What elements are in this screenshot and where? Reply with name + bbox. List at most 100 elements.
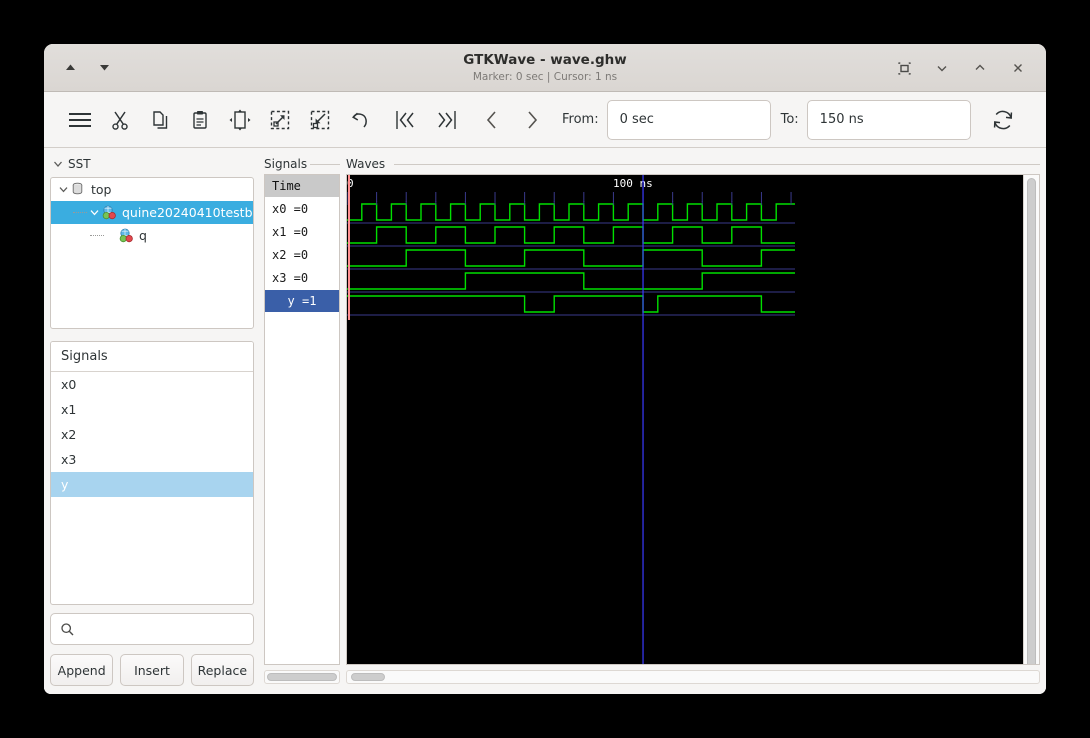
copy-icon[interactable] bbox=[140, 101, 180, 139]
zoom-fit-icon[interactable] bbox=[220, 101, 260, 139]
waveform-canvas[interactable]: 0 100 ns bbox=[347, 175, 1023, 664]
wave-name-row-x0[interactable]: x0 =0 bbox=[265, 198, 339, 221]
wave-name-row-x1[interactable]: x1 =0 bbox=[265, 221, 339, 244]
prev-edge-icon[interactable] bbox=[472, 101, 512, 139]
module-icon bbox=[70, 182, 87, 197]
chevron-down-icon bbox=[54, 161, 62, 167]
button-label: Replace bbox=[197, 662, 248, 678]
signal-item-y[interactable]: y bbox=[51, 472, 253, 497]
waves-header: Waves bbox=[346, 157, 386, 171]
triangle-down-icon[interactable] bbox=[94, 58, 114, 78]
wave-name-row-x3[interactable]: x3 =0 bbox=[265, 267, 339, 290]
wave-name-row-y[interactable]: y =1 bbox=[265, 290, 339, 313]
signal-picker-header: Signals bbox=[51, 342, 253, 372]
wave-name-label: x2 =0 bbox=[272, 248, 309, 262]
signal-item-label: y bbox=[61, 477, 69, 492]
marker-cursor-status: Marker: 0 sec | Cursor: 1 ns bbox=[472, 71, 618, 83]
sst-header-label: SST bbox=[68, 157, 91, 171]
waveform-vertical-scrollbar[interactable] bbox=[1023, 175, 1039, 664]
signal-item-x0[interactable]: x0 bbox=[51, 372, 253, 397]
tree-node-label: q bbox=[139, 228, 147, 243]
from-input-value: 0 sec bbox=[619, 112, 654, 127]
wave-panel: Signals Time x0 =0 x1 =0 x2 =0 x3 =0 y =1 Wav… bbox=[264, 148, 1046, 694]
splitter-grip bbox=[257, 652, 261, 686]
waveform-graphic: 0 100 ns bbox=[347, 175, 1023, 664]
names-horizontal-scrollbar[interactable] bbox=[264, 670, 340, 684]
to-input-value: 150 ns bbox=[819, 112, 864, 127]
undo-icon[interactable] bbox=[340, 101, 380, 139]
gtkwave-window: GTKWave - wave.ghw Marker: 0 sec | Curso… bbox=[44, 44, 1046, 694]
goto-start-icon[interactable] bbox=[386, 101, 426, 139]
wave-background bbox=[347, 175, 1023, 664]
scrollbar-thumb[interactable] bbox=[267, 673, 337, 681]
waves-header-row: Waves bbox=[346, 154, 1040, 174]
search-icon bbox=[61, 622, 74, 635]
triangle-up-icon[interactable] bbox=[60, 58, 80, 78]
restore-window-icon[interactable] bbox=[894, 58, 914, 78]
picker-button-row: Append Insert Replace bbox=[50, 654, 254, 686]
left-panel: SST top quine20240410testbench q Signals x… bbox=[44, 148, 254, 694]
signal-item-x2[interactable]: x2 bbox=[51, 422, 253, 447]
button-label: Append bbox=[57, 662, 106, 678]
search-input[interactable] bbox=[50, 613, 254, 645]
tree-node-quine20240410testbench[interactable]: quine20240410testbench bbox=[51, 201, 253, 224]
to-label: To: bbox=[780, 112, 799, 127]
to-input[interactable]: 150 ns bbox=[806, 99, 971, 140]
cut-icon[interactable] bbox=[100, 101, 140, 139]
scrollbar-thumb[interactable] bbox=[1027, 178, 1036, 664]
signal-picker-panel: Signals x0 x1 x2 x3 y bbox=[50, 341, 254, 605]
instance-icon bbox=[101, 205, 118, 220]
signal-item-label: x1 bbox=[61, 402, 77, 417]
chevron-down-icon[interactable] bbox=[87, 207, 101, 218]
chevron-down-icon[interactable] bbox=[56, 184, 70, 195]
time-tick-label: 100 ns bbox=[613, 177, 653, 190]
reload-icon[interactable] bbox=[983, 101, 1023, 139]
wave-name-label: x0 =0 bbox=[272, 202, 309, 216]
menu-icon[interactable] bbox=[60, 101, 100, 139]
waveform-pane: Waves 0 100 ns bbox=[346, 154, 1040, 665]
chevron-down-icon[interactable] bbox=[932, 58, 952, 78]
signal-names-list: Time x0 =0 x1 =0 x2 =0 x3 =0 y =1 bbox=[264, 174, 340, 665]
from-input[interactable]: 0 sec bbox=[606, 99, 771, 140]
signal-item-label: x0 bbox=[61, 377, 77, 392]
header-rule bbox=[394, 164, 1040, 165]
signal-names-header: Signals bbox=[264, 157, 308, 171]
main-body: SST top quine20240410testbench q Signals x… bbox=[44, 148, 1046, 694]
zoom-out-icon[interactable] bbox=[260, 101, 300, 139]
zoom-in-icon[interactable] bbox=[300, 101, 340, 139]
paste-icon[interactable] bbox=[180, 101, 220, 139]
panel-splitter[interactable] bbox=[254, 148, 264, 694]
insert-button[interactable]: Insert bbox=[120, 654, 184, 686]
goto-end-icon[interactable] bbox=[426, 101, 466, 139]
button-label: Insert bbox=[134, 662, 170, 678]
replace-button[interactable]: Replace bbox=[190, 654, 254, 686]
signal-names-pane: Signals Time x0 =0 x1 =0 x2 =0 x3 =0 y =1 bbox=[264, 154, 340, 665]
scrollbar-thumb[interactable] bbox=[351, 673, 385, 681]
toolbar: From: 0 sec To: 150 ns bbox=[44, 92, 1046, 148]
signal-item-label: x3 bbox=[61, 452, 77, 467]
horizontal-scrollbars bbox=[264, 670, 1040, 686]
waveform-body: 0 100 ns bbox=[346, 174, 1040, 665]
wave-name-label: x1 =0 bbox=[272, 225, 309, 239]
wave-name-row-x2[interactable]: x2 =0 bbox=[265, 244, 339, 267]
close-icon[interactable] bbox=[1008, 58, 1028, 78]
sst-header[interactable]: SST bbox=[50, 154, 254, 174]
tree-node-top[interactable]: top bbox=[51, 178, 253, 201]
header-rule bbox=[310, 164, 340, 165]
append-button[interactable]: Append bbox=[50, 654, 114, 686]
signal-names-header-row: Signals bbox=[264, 154, 340, 174]
sst-tree: top quine20240410testbench q bbox=[50, 177, 254, 329]
chevron-up-icon[interactable] bbox=[970, 58, 990, 78]
tree-node-label: quine20240410testbench bbox=[122, 205, 253, 220]
wave-name-label: Time bbox=[272, 179, 301, 193]
signal-picker-list: x0 x1 x2 x3 y bbox=[51, 372, 253, 604]
signal-item-x1[interactable]: x1 bbox=[51, 397, 253, 422]
signal-item-label: x2 bbox=[61, 427, 77, 442]
wave-name-row-time: Time bbox=[265, 175, 339, 198]
next-edge-icon[interactable] bbox=[512, 101, 552, 139]
tree-node-q[interactable]: q bbox=[51, 224, 253, 247]
wave-name-label: x3 =0 bbox=[272, 271, 309, 285]
instance-icon bbox=[118, 228, 135, 243]
waves-horizontal-scrollbar[interactable] bbox=[346, 670, 1040, 684]
signal-item-x3[interactable]: x3 bbox=[51, 447, 253, 472]
